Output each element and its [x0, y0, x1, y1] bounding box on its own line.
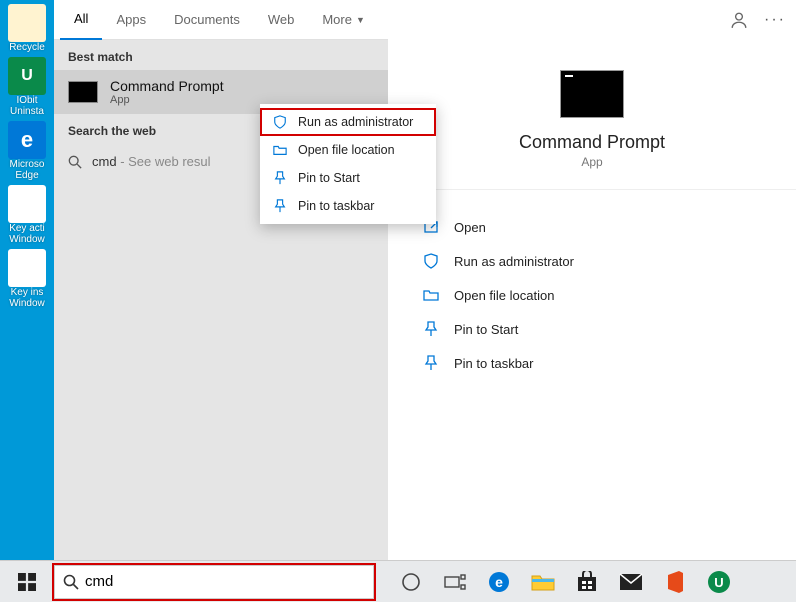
action-pin-taskbar[interactable]: Pin to taskbar — [418, 346, 766, 380]
action-open-location[interactable]: Open file location — [418, 278, 766, 312]
desktop-icon-edge[interactable]: e Microso Edge — [6, 121, 48, 181]
context-pin-start[interactable]: Pin to Start — [260, 164, 436, 192]
desktop-icon-recycle[interactable]: Recycle — [6, 4, 48, 53]
search-icon — [68, 155, 82, 169]
edge-icon[interactable]: e — [484, 567, 514, 597]
folder-icon — [272, 142, 288, 158]
tab-more[interactable]: More▼ — [308, 0, 379, 40]
pin-icon — [272, 198, 288, 214]
search-input[interactable] — [85, 573, 365, 590]
action-run-admin[interactable]: Run as administrator — [418, 244, 766, 278]
start-button[interactable] — [0, 561, 54, 603]
taskbar-search[interactable] — [54, 565, 374, 599]
detail-panel: ··· Command Prompt App Open Run as admin… — [388, 0, 796, 560]
more-icon[interactable]: ··· — [764, 11, 786, 29]
explorer-icon[interactable] — [528, 567, 558, 597]
mail-icon[interactable] — [616, 567, 646, 597]
detail-title: Command Prompt — [388, 132, 796, 153]
svg-text:e: e — [495, 574, 503, 590]
action-pin-start[interactable]: Pin to Start — [418, 312, 766, 346]
action-open[interactable]: Open — [418, 210, 766, 244]
taskbar: e U — [0, 560, 796, 602]
best-match-label: Best match — [54, 40, 388, 70]
best-match-subtitle: App — [110, 94, 224, 106]
context-pin-taskbar[interactable]: Pin to taskbar — [260, 192, 436, 220]
shield-icon — [272, 114, 288, 130]
shield-icon — [422, 252, 440, 270]
desktop: Recycle U IObit Uninsta e Microso Edge K… — [0, 0, 54, 560]
taskview-icon[interactable] — [440, 567, 470, 597]
search-icon — [63, 574, 79, 590]
office-icon[interactable] — [660, 567, 690, 597]
desktop-icon-iobit[interactable]: U IObit Uninsta — [6, 57, 48, 117]
iobit-icon[interactable]: U — [704, 567, 734, 597]
context-open-location[interactable]: Open file location — [260, 136, 436, 164]
desktop-icon-keyacti[interactable]: Key acti Window — [6, 185, 48, 245]
context-menu: Run as administrator Open file location … — [260, 104, 436, 224]
tab-documents[interactable]: Documents — [160, 0, 254, 40]
search-results-panel: All Apps Documents Web More▼ Best match … — [54, 0, 388, 560]
cmd-prompt-icon-large — [560, 70, 624, 118]
chevron-down-icon: ▼ — [356, 15, 365, 25]
search-tabs: All Apps Documents Web More▼ — [54, 0, 388, 40]
detail-subtitle: App — [388, 155, 796, 169]
detail-header: ··· — [388, 0, 796, 40]
context-run-admin[interactable]: Run as administrator — [260, 108, 436, 136]
best-match-title: Command Prompt — [110, 78, 224, 94]
svg-text:U: U — [714, 575, 723, 590]
pin-icon — [422, 354, 440, 372]
cortana-icon[interactable] — [396, 567, 426, 597]
folder-icon — [422, 286, 440, 304]
desktop-icon-keyins[interactable]: Key ins Window — [6, 249, 48, 309]
cmd-prompt-icon — [68, 81, 98, 103]
tab-apps[interactable]: Apps — [102, 0, 160, 40]
tab-all[interactable]: All — [60, 0, 102, 40]
user-icon[interactable] — [730, 11, 748, 29]
tab-web[interactable]: Web — [254, 0, 309, 40]
store-icon[interactable] — [572, 567, 602, 597]
pin-icon — [422, 320, 440, 338]
pin-icon — [272, 170, 288, 186]
